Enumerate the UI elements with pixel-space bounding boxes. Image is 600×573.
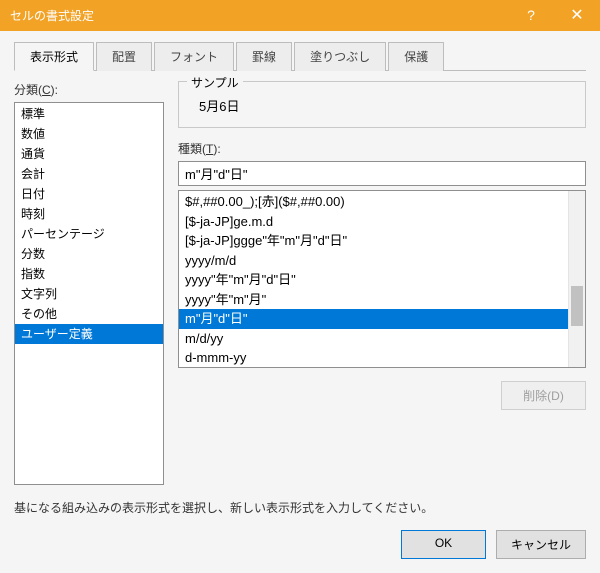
category-listbox[interactable]: 標準数値通貨会計日付時刻パーセンテージ分数指数文字列その他ユーザー定義 (14, 102, 164, 485)
tabs: 表示形式 配置 フォント 罫線 塗りつぶし 保護 (14, 41, 586, 71)
category-item[interactable]: 日付 (15, 184, 163, 204)
type-item[interactable]: $#,##0.00_);[赤]($#,##0.00) (179, 192, 568, 212)
category-item[interactable]: ユーザー定義 (15, 324, 163, 344)
type-item[interactable]: yyyy"年"m"月"d"日" (179, 270, 568, 290)
tab-fill[interactable]: 塗りつぶし (294, 42, 386, 71)
help-button[interactable]: ? (508, 0, 554, 30)
hint-text: 基になる組み込みの表示形式を選択し、新しい表示形式を入力してください。 (14, 499, 586, 516)
tab-protection[interactable]: 保護 (388, 42, 444, 71)
type-input[interactable] (178, 161, 586, 186)
category-column: 分類(C): 標準数値通貨会計日付時刻パーセンテージ分数指数文字列その他ユーザー… (14, 81, 164, 485)
delete-row: 削除(D) (178, 381, 586, 410)
window-title: セルの書式設定 (10, 7, 508, 24)
category-item[interactable]: 指数 (15, 264, 163, 284)
ok-button[interactable]: OK (401, 530, 486, 559)
type-list-wrap: $#,##0.00_);[赤]($#,##0.00)[$-ja-JP]ge.m.… (178, 190, 586, 368)
content-row: 分類(C): 標準数値通貨会計日付時刻パーセンテージ分数指数文字列その他ユーザー… (14, 81, 586, 485)
tab-font[interactable]: フォント (154, 42, 234, 71)
delete-button: 削除(D) (501, 381, 586, 410)
type-item[interactable]: [$-ja-JP]ge.m.d (179, 212, 568, 232)
type-item[interactable]: d-mmm-yy (179, 348, 568, 367)
type-listbox[interactable]: $#,##0.00_);[赤]($#,##0.00)[$-ja-JP]ge.m.… (179, 191, 568, 367)
dialog-footer: OK キャンセル (14, 516, 586, 559)
right-column: サンプル 5月6日 種類(T): $#,##0.00_);[赤]($#,##0.… (178, 81, 586, 485)
category-item[interactable]: 数値 (15, 124, 163, 144)
sample-value: 5月6日 (191, 96, 573, 115)
category-item[interactable]: 文字列 (15, 284, 163, 304)
scrollbar[interactable] (568, 191, 585, 367)
type-label: 種類(T): (178, 140, 586, 157)
category-item[interactable]: 標準 (15, 104, 163, 124)
scrollbar-thumb[interactable] (571, 286, 583, 326)
tab-alignment[interactable]: 配置 (96, 42, 152, 71)
type-item[interactable]: m/d/yy (179, 329, 568, 349)
tab-number[interactable]: 表示形式 (14, 42, 94, 71)
type-item[interactable]: m"月"d"日" (179, 309, 568, 329)
titlebar: セルの書式設定 ? ✕ (0, 0, 600, 30)
category-item[interactable]: 分数 (15, 244, 163, 264)
category-label: 分類(C): (14, 81, 164, 98)
category-item[interactable]: その他 (15, 304, 163, 324)
type-item[interactable]: yyyy/m/d (179, 251, 568, 271)
type-item[interactable]: yyyy"年"m"月" (179, 290, 568, 310)
dialog-body: 表示形式 配置 フォント 罫線 塗りつぶし 保護 分類(C): 標準数値通貨会計… (0, 30, 600, 573)
category-item[interactable]: 会計 (15, 164, 163, 184)
category-item[interactable]: 時刻 (15, 204, 163, 224)
tab-border[interactable]: 罫線 (236, 42, 292, 71)
type-item[interactable]: [$-ja-JP]ggge"年"m"月"d"日" (179, 231, 568, 251)
sample-label: サンプル (187, 74, 243, 91)
close-button[interactable]: ✕ (554, 0, 600, 30)
category-item[interactable]: パーセンテージ (15, 224, 163, 244)
sample-box: サンプル 5月6日 (178, 81, 586, 128)
cancel-button[interactable]: キャンセル (496, 530, 586, 559)
category-item[interactable]: 通貨 (15, 144, 163, 164)
